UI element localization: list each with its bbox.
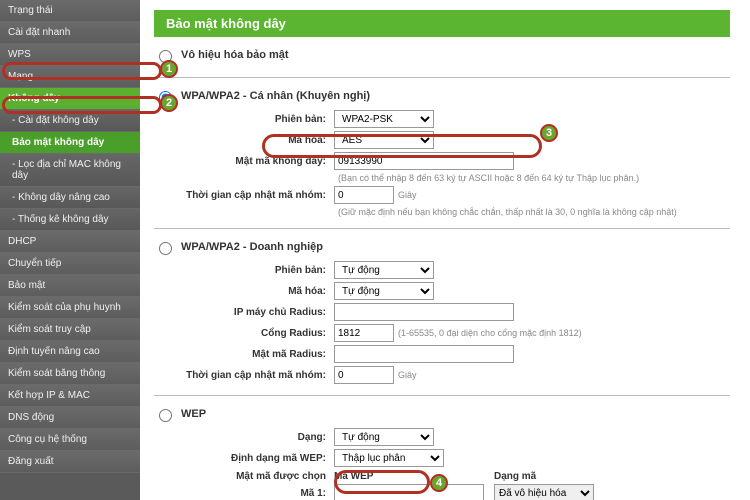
- sidebar-item-network[interactable]: Mạng: [0, 66, 140, 88]
- sidebar-item-quicksetup[interactable]: Cài đặt nhanh: [0, 22, 140, 44]
- personal-title: WPA/WPA2 - Cá nhân (Khuyên nghị): [181, 90, 370, 102]
- ent-version-label: Phiên bản:: [154, 265, 334, 276]
- ent-version-select[interactable]: Tự động: [334, 261, 434, 279]
- sidebar-item-ddns[interactable]: DNS động: [0, 407, 140, 429]
- personal-pwd-input[interactable]: [334, 152, 514, 170]
- sidebar-item-ipmac[interactable]: Kết hợp IP & MAC: [0, 385, 140, 407]
- sidebar-item-tools[interactable]: Công cụ hệ thống: [0, 429, 140, 451]
- sidebar-item-wireless-settings[interactable]: - Cài đặt không dây: [0, 110, 140, 132]
- personal-interval-unit: Giây: [398, 190, 417, 200]
- sidebar-item-parental[interactable]: Kiểm soát của phụ huynh: [0, 297, 140, 319]
- marker-2: 2: [160, 94, 178, 112]
- sidebar-item-status[interactable]: Trạng thái: [0, 0, 140, 22]
- sidebar-item-wireless-advanced[interactable]: - Không dây nâng cao: [0, 187, 140, 209]
- personal-enc-select[interactable]: AES: [334, 131, 434, 149]
- wep-col-type: Dạng mã: [494, 471, 604, 482]
- sidebar-item-wireless[interactable]: Không dây: [0, 88, 140, 110]
- ent-radius-pwd-label: Mật mã Radius:: [154, 349, 334, 360]
- sidebar-item-routing[interactable]: Định tuyến nâng cao: [0, 341, 140, 363]
- sidebar-item-mac-filter[interactable]: - Lọc địa chỉ MAC không dây: [0, 154, 140, 187]
- personal-interval-label: Thời gian cập nhật mã nhóm:: [154, 190, 334, 201]
- ent-interval-label: Thời gian cập nhật mã nhóm:: [154, 370, 334, 381]
- wep-col-key: Mã WEP: [334, 471, 494, 482]
- sidebar-item-wps[interactable]: WPS: [0, 44, 140, 66]
- sidebar-item-wireless-security[interactable]: Bảo mật không dây: [0, 132, 140, 154]
- wep-key-1[interactable]: [334, 484, 484, 500]
- ent-radius-ip-label: IP máy chủ Radius:: [154, 307, 334, 318]
- wep-fmt-select[interactable]: Thập lục phân: [334, 449, 444, 467]
- ent-radius-port-hint: (1-65535, 0 đại diện cho cổng mặc định 1…: [398, 328, 582, 338]
- enterprise-title: WPA/WPA2 - Doanh nghiệp: [181, 241, 323, 253]
- disable-label: Vô hiệu hóa bảo mật: [181, 49, 289, 61]
- radio-wep[interactable]: [159, 409, 172, 422]
- page-title: Bảo mật không dây: [154, 10, 730, 37]
- sidebar-item-forwarding[interactable]: Chuyển tiếp: [0, 253, 140, 275]
- personal-version-select[interactable]: WPA2-PSK: [334, 110, 434, 128]
- sidebar: Trạng thái Cài đặt nhanh WPS Mạng Không …: [0, 0, 140, 500]
- wep-title: WEP: [181, 408, 206, 420]
- personal-interval-hint: (Giữ mặc định nếu bạn không chắc chắn, t…: [338, 207, 677, 217]
- ent-radius-ip-input[interactable]: [334, 303, 514, 321]
- wep-type-1[interactable]: Đã vô hiệu hóa: [494, 484, 594, 500]
- personal-pwd-hint: (Bạn có thể nhập 8 đến 63 ký tự ASCII ho…: [338, 173, 639, 183]
- marker-4: 4: [430, 474, 448, 492]
- wep-type-label: Dạng:: [154, 432, 334, 443]
- ent-enc-label: Mã hóa:: [154, 286, 334, 297]
- radio-enterprise[interactable]: [159, 242, 172, 255]
- sidebar-item-security[interactable]: Bảo mật: [0, 275, 140, 297]
- marker-1: 1: [160, 60, 178, 78]
- ent-interval-input[interactable]: [334, 366, 394, 384]
- main-panel: Bảo mật không dây Vô hiệu hóa bảo mật WP…: [140, 0, 750, 500]
- wep-chosen-label: Mật mã được chọn: [154, 471, 334, 482]
- ent-radius-port-input[interactable]: [334, 324, 394, 342]
- wep-type-select[interactable]: Tự động: [334, 428, 434, 446]
- sidebar-item-wireless-stats[interactable]: - Thống kê không dây: [0, 209, 140, 231]
- wep-fmt-label: Định dạng mã WEP:: [154, 453, 334, 464]
- personal-version-label: Phiên bản:: [154, 114, 334, 125]
- sidebar-item-dhcp[interactable]: DHCP: [0, 231, 140, 253]
- sidebar-item-bandwidth[interactable]: Kiểm soát băng thông: [0, 363, 140, 385]
- ent-radius-pwd-input[interactable]: [334, 345, 514, 363]
- personal-pwd-label: Mật mã không dây:: [154, 156, 334, 167]
- marker-3: 3: [540, 124, 558, 142]
- personal-interval-input[interactable]: [334, 186, 394, 204]
- ent-radius-port-label: Cổng Radius:: [154, 328, 334, 339]
- sidebar-item-logout[interactable]: Đăng xuất: [0, 451, 140, 473]
- ent-enc-select[interactable]: Tự động: [334, 282, 434, 300]
- sidebar-item-access[interactable]: Kiểm soát truy cập: [0, 319, 140, 341]
- personal-enc-label: Mã hóa:: [154, 135, 334, 146]
- ent-interval-unit: Giây: [398, 370, 417, 380]
